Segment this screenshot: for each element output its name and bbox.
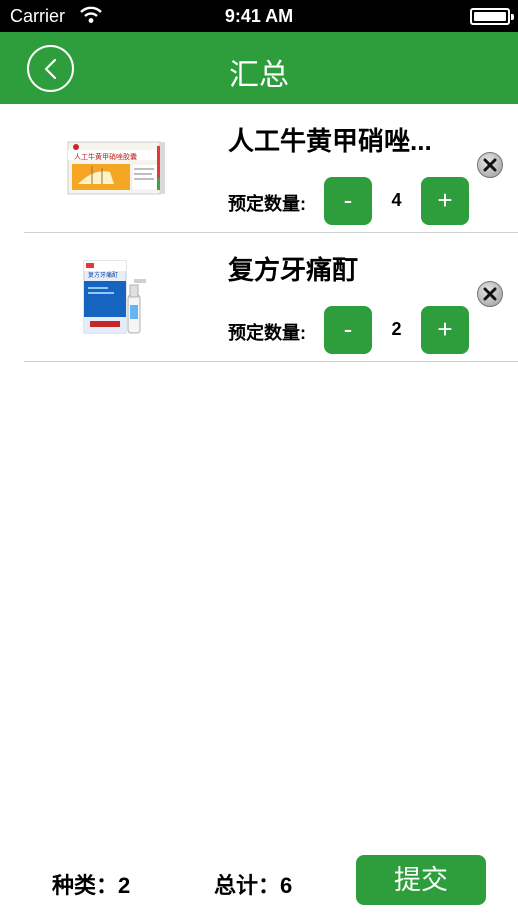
remove-item-button[interactable]: [477, 281, 503, 307]
status-bar: Carrier 9:41 AM: [0, 0, 518, 32]
remove-item-button[interactable]: [477, 152, 503, 178]
summary-bar: 种类：2 总计：6 提交: [0, 840, 518, 920]
product-name: 人工牛黄甲硝唑...: [228, 126, 432, 156]
kinds-count: 种类：2: [52, 873, 131, 898]
page-title: 汇总: [229, 59, 289, 92]
product-image: 人工牛黄甲硝唑胶囊: [64, 132, 184, 222]
total-count: 总计：6: [214, 873, 293, 898]
quantity-value: 4: [391, 190, 402, 210]
increase-quantity-button[interactable]: +: [421, 306, 469, 354]
close-icon: [483, 158, 497, 172]
product-name: 复方牙痛酊: [228, 255, 359, 285]
list-item: 复方牙痛酊 复方牙痛酊 预定数量: - 2 +: [24, 233, 518, 362]
svg-text:复方牙痛酊: 复方牙痛酊: [88, 271, 118, 279]
decrease-quantity-button[interactable]: -: [324, 177, 372, 225]
status-time: 9:41 AM: [224, 6, 294, 26]
quantity-label: 预定数量:: [228, 194, 306, 214]
list-item: 人工牛黄甲硝唑胶囊 人工牛黄甲硝唑... 预定数量: - 4 +: [24, 104, 518, 233]
battery-icon: [470, 8, 514, 25]
decrease-quantity-button[interactable]: -: [324, 306, 372, 354]
submit-button[interactable]: 提交: [356, 855, 486, 905]
quantity-label: 预定数量:: [228, 323, 306, 343]
quantity-value: 2: [391, 319, 402, 339]
svg-text:人工牛黄甲硝唑胶囊: 人工牛黄甲硝唑胶囊: [74, 152, 137, 161]
product-image: 复方牙痛酊: [64, 255, 184, 345]
nav-bar: 汇总: [0, 32, 518, 104]
increase-quantity-button[interactable]: +: [421, 177, 469, 225]
close-icon: [483, 287, 497, 301]
